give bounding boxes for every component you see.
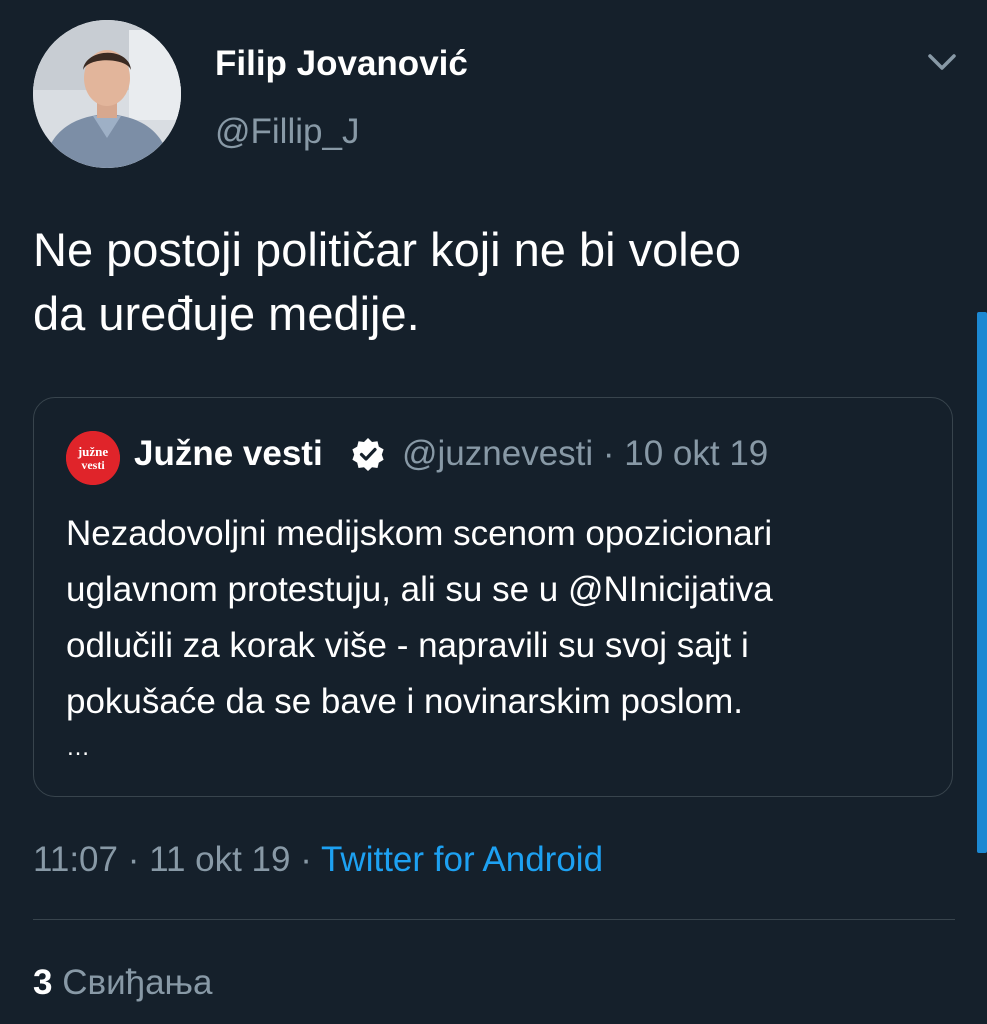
likes-stat[interactable]: 3 Свиђања	[33, 963, 212, 1003]
author-avatar[interactable]	[33, 20, 181, 168]
quoted-text-ellipsis: …	[66, 734, 91, 761]
scrollbar-thumb[interactable]	[977, 312, 987, 853]
tweet-text-line: Ne postoji političar koji ne bi voleo	[33, 223, 741, 276]
tweet-text: Ne postoji političar koji ne bi voleo da…	[33, 218, 963, 346]
tweet-source-link[interactable]: Twitter for Android	[321, 840, 603, 879]
tweet-text-line: da uređuje medije.	[33, 287, 420, 340]
likes-count: 3	[33, 963, 53, 1002]
logo-text-bottom: vesti	[81, 458, 105, 472]
quoted-author-name: Južne vesti	[134, 434, 323, 473]
quoted-text-line: pokušaće da se bave i novinarskim poslom…	[66, 682, 744, 721]
tweet-timestamp-row: 11:07 · 11 okt 19 · Twitter for Android	[33, 840, 603, 880]
divider	[33, 919, 955, 920]
quoted-tweet-text: Nezadovoljni medijskom scenom opoziciona…	[66, 506, 936, 730]
tweet-detail-page: Filip Jovanović @Fillip_J Ne postoji pol…	[0, 0, 987, 1024]
verified-badge-icon	[350, 436, 386, 472]
author-handle[interactable]: @Fillip_J	[215, 112, 359, 152]
quoted-author-logo[interactable]: južne vesti	[66, 431, 120, 485]
chevron-down-icon[interactable]	[924, 46, 960, 78]
quoted-tweet-meta: @juznevesti · 10 okt 19	[402, 434, 769, 473]
quoted-tweet-card[interactable]: južne vesti Južne vesti @juznevesti · 10…	[33, 397, 953, 797]
quoted-text-line: odlučili za korak više - napravili su sv…	[66, 626, 749, 665]
tweet-timestamp: 11:07 · 11 okt 19 ·	[33, 840, 321, 879]
likes-label: Свиђања	[62, 963, 213, 1002]
quoted-text-line: uglavnom protestuju, ali su se u @NInici…	[66, 570, 773, 609]
quoted-text-line: Nezadovoljni medijskom scenom opoziciona…	[66, 514, 773, 553]
author-display-name[interactable]: Filip Jovanović	[215, 44, 468, 84]
logo-text-top: južne	[77, 444, 109, 459]
avatar-photo	[33, 20, 181, 168]
